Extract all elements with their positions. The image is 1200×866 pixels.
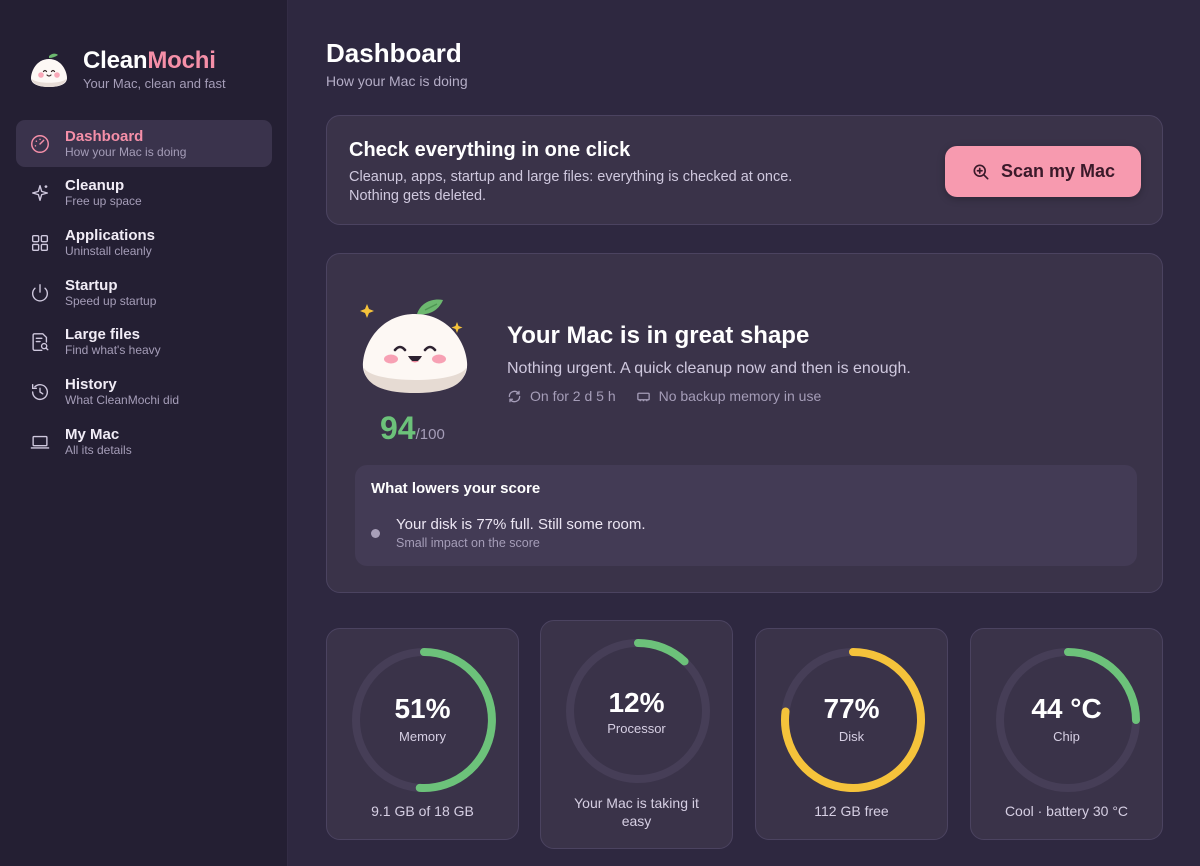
score-factors-panel: What lowers your score Your disk is 77% … <box>355 465 1137 566</box>
page-subtitle: How your Mac is doing <box>326 73 468 89</box>
memory-detail: 9.1 GB of 18 GB <box>371 803 474 819</box>
sidebar-item-dashboard[interactable]: Dashboard How your Mac is doing <box>16 120 272 167</box>
swap-status: No backup memory in use <box>636 388 821 404</box>
processor-gauge-card: 12% Processor Your Mac is taking it easy <box>540 620 733 849</box>
disk-label: Disk <box>838 729 865 744</box>
sidebar-nav: Dashboard How your Mac is doing Cleanup … <box>16 120 272 468</box>
health-meta: On for 2 d 5 h No backup memory in use <box>507 388 841 404</box>
sidebar-item-cleanup[interactable]: Cleanup Free up space <box>16 170 272 217</box>
disk-value: 77% <box>823 693 880 724</box>
app-tagline: Your Mac, clean and fast <box>83 76 226 91</box>
sidebar-item-history[interactable]: History What CleanMochi did <box>16 368 272 415</box>
sparkle-icon <box>28 181 52 205</box>
processor-detail: Your Mac is taking it easy <box>574 795 699 829</box>
sidebar-item-label: Large files <box>65 326 141 344</box>
laptop-icon <box>28 430 52 454</box>
memory-value: 51% <box>394 693 451 724</box>
chip-label: Chip <box>1053 729 1080 744</box>
health-title: Your Mac is in great shape <box>507 322 810 349</box>
refresh-icon <box>508 390 521 402</box>
processor-label: Processor <box>607 721 666 736</box>
sidebar-item-my-mac[interactable]: My Mac All its details <box>16 418 272 465</box>
zoom-in-icon <box>973 164 989 179</box>
sidebar-item-label: Startup <box>65 276 118 294</box>
page-title: Dashboard <box>326 38 462 68</box>
main-content: Dashboard How your Mac is doing Check ev… <box>288 0 1200 866</box>
chip-gauge-card: 44 °C Chip Cool · battery 30 °C <box>970 628 1163 840</box>
sidebar-item-applications[interactable]: Applications Uninstall cleanly <box>16 219 272 266</box>
scan-my-mac-button[interactable]: Scan my Mac <box>945 146 1141 197</box>
chip-detail: Cool · battery 30 °C <box>1004 803 1129 819</box>
uptime-status: On for 2 d 5 h <box>507 388 616 404</box>
grid-icon <box>28 231 52 255</box>
sidebar-item-label: My Mac <box>65 425 120 443</box>
sidebar-item-sub: Uninstall cleanly <box>65 243 152 258</box>
sidebar-item-sub: Speed up startup <box>65 293 157 308</box>
sidebar-item-sub: All its details <box>65 442 132 457</box>
file-search-icon <box>28 330 52 354</box>
power-icon <box>28 281 52 305</box>
sidebar-item-startup[interactable]: Startup Speed up startup <box>16 269 272 316</box>
sidebar-item-sub: How your Mac is doing <box>65 144 187 159</box>
gauge-icon <box>28 132 52 156</box>
history-icon <box>28 380 52 404</box>
sidebar: CleanMochi Your Mac, clean and fast Dash… <box>0 0 288 866</box>
health-description: Nothing urgent. A quick cleanup now and … <box>507 360 911 377</box>
sidebar-item-label: History <box>65 375 117 393</box>
score-factor-impact: Small impact on the score <box>396 536 540 550</box>
disk-gauge-card: 77% Disk 112 GB free <box>755 628 948 840</box>
sidebar-item-label: Applications <box>65 226 156 244</box>
scan-title: Check everything in one click <box>349 139 631 161</box>
chip-value: 44 °C <box>1031 693 1102 724</box>
scan-button-label: Scan my Mac <box>1000 161 1116 181</box>
memory-chip-icon <box>636 392 650 401</box>
processor-gauge-arc <box>634 639 689 666</box>
score-factor-text: Your disk is 77% full. Still some room. <box>396 516 646 533</box>
score-factors-title: What lowers your score <box>371 480 541 497</box>
sidebar-item-label: Cleanup <box>65 177 125 195</box>
health-card: 94/100 Your Mac is in great shape Nothin… <box>326 253 1163 593</box>
memory-label: Memory <box>399 729 446 744</box>
sidebar-item-sub: Free up space <box>65 194 142 209</box>
sidebar-item-large-files[interactable]: Large files Find what's heavy <box>16 319 272 366</box>
sidebar-item-sub: What CleanMochi did <box>65 392 180 407</box>
memory-gauge-card: 51% Memory 9.1 GB of 18 GB <box>326 628 519 840</box>
processor-value: 12% <box>608 687 665 718</box>
app-name: CleanMochi <box>83 47 216 74</box>
scan-description: Cleanup, apps, startup and large files: … <box>349 169 793 204</box>
happy-mochi-icon <box>360 299 468 393</box>
bullet-dot <box>371 529 380 538</box>
disk-detail: 112 GB free <box>814 803 889 819</box>
brand: CleanMochi Your Mac, clean and fast <box>28 48 226 92</box>
health-score: 94/100 <box>380 410 445 446</box>
sidebar-item-label: Dashboard <box>65 127 144 145</box>
sidebar-item-sub: Find what's heavy <box>65 343 161 358</box>
scan-card: Check everything in one click Cleanup, a… <box>326 115 1163 225</box>
mochi-logo-icon <box>31 53 67 87</box>
